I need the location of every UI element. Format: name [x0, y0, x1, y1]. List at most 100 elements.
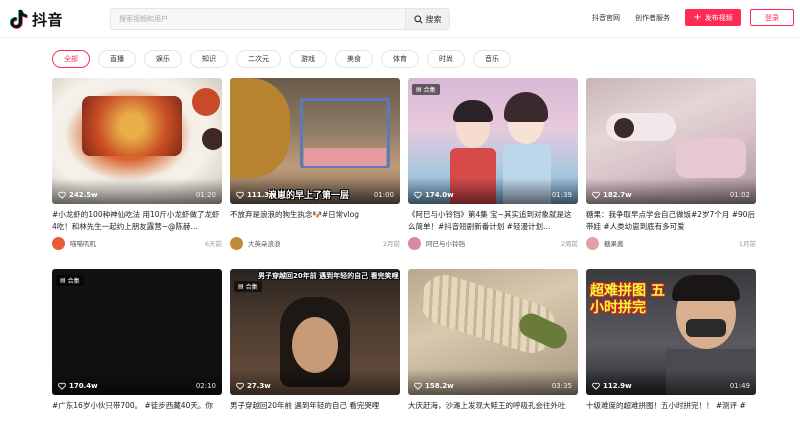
video-thumbnail[interactable]: 182.7w 01:02 — [586, 78, 756, 204]
heart-icon — [236, 382, 244, 390]
author-name[interactable]: 阿巳与小铃铛 — [426, 238, 561, 248]
post-time: 1月前 — [738, 240, 756, 248]
tab-live[interactable]: 直播 — [98, 50, 136, 68]
video-duration: 02:10 — [195, 382, 216, 390]
tab-music[interactable]: 音乐 — [473, 50, 511, 68]
video-thumbnail[interactable]: 超难拼图 五小时拼完 112.9w 01:49 — [586, 269, 756, 395]
tab-sports[interactable]: 体育 — [381, 50, 419, 68]
video-card[interactable]: 158.2w 03:35 大庆赶海，沙滩上发现大鲑王的呼吸孔会往外吐 — [408, 269, 578, 424]
heart-icon — [592, 382, 600, 390]
video-duration: 01:49 — [729, 382, 750, 390]
video-title[interactable]: 糖果：我争取早点学会自己做饭#2岁7个月 #90后带娃 #人类幼崽到底有多可爱 — [586, 209, 756, 233]
author-name[interactable]: 喵喵叽叽 — [70, 238, 205, 248]
tab-anime[interactable]: 二次元 — [236, 50, 281, 68]
login-button[interactable]: 登录 — [750, 9, 794, 26]
like-count: 182.7w — [592, 191, 632, 199]
category-tabs: 全部 直播 娱乐 知识 二次元 游戏 美食 体育 时尚 音乐 — [52, 50, 511, 68]
like-count-text: 158.2w — [425, 382, 454, 390]
douyin-logo[interactable]: 抖音 — [10, 8, 63, 30]
tab-games[interactable]: 游戏 — [289, 50, 327, 68]
like-count-text: 170.4w — [69, 382, 98, 390]
nav-creator-service[interactable]: 创作者服务 — [635, 13, 670, 23]
video-title[interactable]: 大庆赶海，沙滩上发现大鲑王的呼吸孔会往外吐 — [408, 400, 578, 424]
video-title[interactable]: 十级难度的超难拼图！五小时拼完！！ #测评 # — [586, 400, 756, 424]
video-caption: 浪崽的早上了第一层 — [268, 191, 350, 201]
plus-icon: + — [693, 11, 702, 23]
heart-icon — [592, 191, 600, 199]
layers-icon: ▤ — [60, 277, 66, 284]
tab-knowledge[interactable]: 知识 — [190, 50, 228, 68]
heart-icon — [414, 191, 422, 199]
video-thumbnail[interactable]: 158.2w 03:35 — [408, 269, 578, 395]
video-card[interactable]: ▤ 合集 174.0w 01:39 《阿巳与小铃铛》第4集 宝~其实追到对象就是这… — [408, 78, 578, 250]
avatar[interactable] — [230, 236, 243, 250]
post-time: 2周前 — [560, 240, 578, 248]
video-thumbnail[interactable]: 242.5w 01:20 — [52, 78, 222, 204]
douyin-note-icon — [10, 9, 28, 29]
video-meta: 糖果酱 1月前 — [586, 236, 756, 250]
top-header: 抖音 搜索 抖音官网 创作者服务 + 发布视频 登录 — [0, 0, 800, 38]
author-name[interactable]: 糖果酱 — [604, 238, 739, 248]
tab-food[interactable]: 美食 — [335, 50, 373, 68]
video-card[interactable]: 浪崽的早上了第一层 111.3w 01:00 不放弃是浪浪的狗生执念🐶#日常vl… — [230, 78, 400, 250]
publish-video-button[interactable]: + 发布视频 — [685, 9, 741, 26]
video-caption: 超难拼图 五小时拼完 — [590, 283, 665, 316]
like-count: 27.3w — [236, 382, 271, 390]
video-thumbnail[interactable]: ▤ 合集 男子穿越回20年前 遇到年轻的自己 看完笑哩 27.3w — [230, 269, 400, 395]
video-duration: 01:39 — [551, 191, 572, 199]
layers-icon: ▤ — [416, 86, 422, 93]
video-duration: 01:00 — [373, 191, 394, 199]
video-title[interactable]: 《阿巳与小铃铛》第4集 宝~其实追到对象就是这么简单！#抖音短剧新番计划 #轻漫… — [408, 209, 578, 233]
like-count-text: 27.3w — [247, 382, 271, 390]
video-card[interactable]: ▤ 合集 男子穿越回20年前 遇到年轻的自己 看完笑哩 27.3w 男子穿越回20… — [230, 269, 400, 424]
collection-badge: ▤ 合集 — [234, 281, 262, 292]
video-thumbnail[interactable]: 浪崽的早上了第一层 111.3w 01:00 — [230, 78, 400, 204]
video-card[interactable]: 超难拼图 五小时拼完 112.9w 01:49 十级难度的超难拼图！五小时拼完！… — [586, 269, 756, 424]
video-card[interactable]: 242.5w 01:20 #小龙虾的100种神仙吃法 用10斤小龙虾做了龙虾4吃… — [52, 78, 222, 250]
video-duration: 01:02 — [729, 191, 750, 199]
video-meta: 大英朵浪浪 2月前 — [230, 236, 400, 250]
video-card[interactable]: ▤ 合集 170.4w 02:10 #广东16岁小伙只带700。 #徒步西藏40天… — [52, 269, 222, 424]
search-bar: 搜索 — [110, 8, 450, 30]
search-button[interactable]: 搜索 — [405, 9, 449, 29]
collection-badge: ▤ 合集 — [56, 275, 84, 286]
post-time: 2月前 — [382, 240, 400, 248]
like-count: 242.5w — [58, 191, 98, 199]
video-title[interactable]: 男子穿越回20年前 遇到年轻的自己 看完哭哩 — [230, 400, 400, 424]
tab-entertainment[interactable]: 娱乐 — [144, 50, 182, 68]
nav-official-site[interactable]: 抖音官网 — [592, 13, 620, 23]
heart-icon — [414, 382, 422, 390]
post-time: 6天前 — [204, 240, 222, 248]
heart-icon — [236, 191, 244, 199]
video-card[interactable]: 182.7w 01:02 糖果：我争取早点学会自己做饭#2岁7个月 #90后带娃… — [586, 78, 756, 250]
search-button-label: 搜索 — [425, 14, 442, 24]
like-count-text: 174.0w — [425, 191, 454, 199]
search-input[interactable] — [111, 9, 405, 29]
tab-fashion[interactable]: 时尚 — [427, 50, 465, 68]
video-title[interactable]: 不放弃是浪浪的狗生执念🐶#日常vlog — [230, 209, 400, 233]
tab-all[interactable]: 全部 — [52, 50, 90, 68]
like-count: 170.4w — [58, 382, 98, 390]
avatar[interactable] — [52, 236, 65, 250]
logo-text: 抖音 — [32, 10, 64, 29]
heart-icon — [58, 191, 66, 199]
search-icon — [413, 14, 423, 24]
like-count-text: 112.9w — [603, 382, 632, 390]
avatar[interactable] — [408, 236, 421, 250]
collection-badge: ▤ 合集 — [412, 84, 440, 95]
author-name[interactable]: 大英朵浪浪 — [248, 238, 383, 248]
like-count-text: 242.5w — [69, 191, 98, 199]
publish-video-label: 发布视频 — [704, 13, 733, 22]
video-meta: 喵喵叽叽 6天前 — [52, 236, 222, 250]
like-count: 158.2w — [414, 382, 454, 390]
video-thumbnail[interactable]: ▤ 合集 170.4w 02:10 — [52, 269, 222, 395]
video-thumbnail[interactable]: ▤ 合集 174.0w 01:39 — [408, 78, 578, 204]
like-count: 112.9w — [592, 382, 632, 390]
video-title[interactable]: #小龙虾的100种神仙吃法 用10斤小龙虾做了龙虾4吃！和林先生一起约上朋友露营… — [52, 209, 222, 233]
video-title[interactable]: #广东16岁小伙只带700。 #徒步西藏40天。你 — [52, 400, 222, 424]
heart-icon — [58, 382, 66, 390]
layers-icon: ▤ — [238, 283, 244, 290]
like-count: 174.0w — [414, 191, 454, 199]
avatar[interactable] — [586, 236, 599, 250]
video-caption: 男子穿越回20年前 遇到年轻的自己 看完笑哩 — [258, 272, 399, 280]
